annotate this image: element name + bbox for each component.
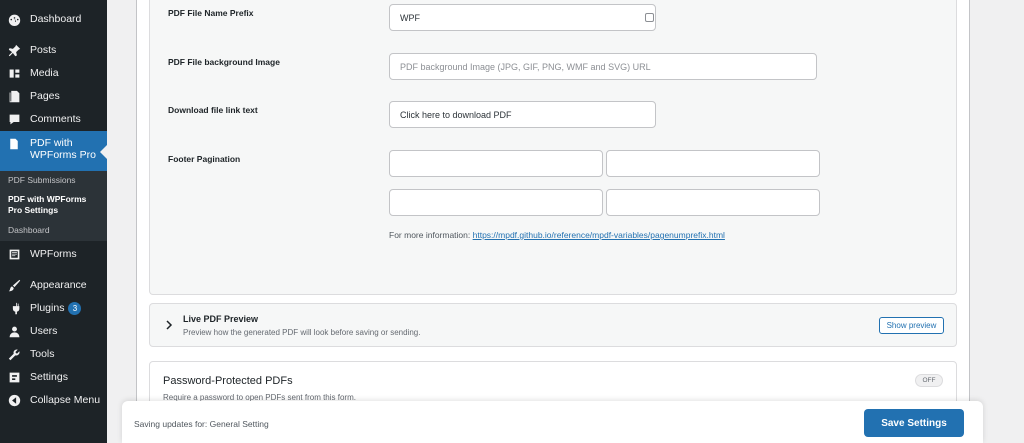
general-settings-panel — [149, 0, 957, 295]
password-toggle[interactable]: OFF — [915, 374, 943, 387]
media-icon — [7, 66, 21, 80]
submenu-label-line2: Pro Settings — [8, 205, 59, 215]
save-settings-button[interactable]: Save Settings — [864, 409, 964, 437]
menu-label: Plugins — [30, 302, 65, 314]
submenu-dashboard[interactable]: Dashboard — [8, 225, 50, 236]
menu-label: Comments — [30, 113, 81, 125]
field-options-icon[interactable] — [645, 13, 654, 22]
submenu-pro-settings[interactable]: PDF with WPForms Pro Settings — [8, 194, 86, 216]
menu-label: PDF with WPForms Pro — [30, 137, 96, 161]
wpforms-icon — [7, 247, 21, 261]
menu-label: Appearance — [30, 279, 87, 291]
menu-label: Pages — [30, 90, 60, 102]
live-preview-accordion[interactable]: Live PDF Preview Preview how the generat… — [149, 303, 957, 347]
dashboard-icon — [7, 12, 21, 26]
menu-label-line2: WPForms Pro — [30, 149, 96, 161]
comments-icon — [7, 112, 21, 126]
pages-icon — [7, 89, 21, 103]
menu-pdf-with-wpforms-pro[interactable]: PDF with WPForms Pro — [0, 131, 107, 171]
menu-label: Dashboard — [30, 13, 82, 25]
menu-label: Collapse Menu — [30, 394, 101, 406]
prefix-label: PDF File Name Prefix — [168, 8, 254, 18]
pagination-input-1[interactable] — [389, 150, 603, 177]
bg-image-input[interactable] — [389, 53, 817, 80]
pagination-input-2[interactable] — [606, 150, 820, 177]
menu-label-line1: PDF with — [30, 137, 73, 149]
pagination-input-4[interactable] — [606, 189, 820, 216]
submenu-pdf-submissions[interactable]: PDF Submissions — [8, 175, 76, 186]
menu-posts[interactable]: Posts — [0, 39, 107, 61]
active-indicator — [100, 145, 107, 159]
menu-collapse[interactable]: Collapse Menu — [0, 389, 107, 411]
submenu-label-line1: PDF with WPForms — [8, 194, 87, 204]
download-link-input[interactable] — [389, 101, 656, 128]
admin-sidebar: Dashboard Posts Media Pages Comments PDF… — [0, 0, 107, 443]
menu-label: Users — [30, 325, 58, 337]
footer-pagination-label: Footer Pagination — [168, 154, 241, 164]
menu-dashboard[interactable]: Dashboard — [0, 8, 107, 30]
plugin-icon — [7, 301, 21, 315]
wrench-icon — [7, 347, 21, 361]
menu-wpforms[interactable]: WPForms — [0, 243, 107, 265]
more-info-text: For more information: https://mpdf.githu… — [389, 230, 725, 240]
document-icon — [7, 137, 21, 151]
live-preview-title: Live PDF Preview — [183, 314, 259, 324]
submenu: PDF Submissions PDF with WPForms Pro Set… — [0, 171, 107, 241]
prefix-input[interactable] — [389, 4, 656, 31]
menu-users[interactable]: Users — [0, 320, 107, 342]
menu-settings[interactable]: Settings — [0, 366, 107, 388]
menu-label: Tools — [30, 348, 55, 360]
bg-image-label: PDF File background Image — [168, 57, 280, 67]
user-icon — [7, 324, 21, 338]
menu-label: Settings — [30, 371, 68, 383]
menu-pages[interactable]: Pages — [0, 85, 107, 107]
password-title: Password-Protected PDFs — [163, 375, 293, 387]
show-preview-button[interactable]: Show preview — [879, 317, 944, 334]
menu-label: Posts — [30, 44, 57, 56]
pagination-input-3[interactable] — [389, 189, 603, 216]
sticky-save-bar: Saving updates for: General Setting Save… — [122, 401, 983, 443]
menu-media[interactable]: Media — [0, 62, 107, 84]
right-gutter — [1010, 0, 1024, 443]
plugin-update-badge: 3 — [68, 301, 82, 315]
menu-tools[interactable]: Tools — [0, 343, 107, 365]
menu-label: WPForms — [30, 248, 77, 260]
brush-icon — [7, 278, 21, 292]
info-prefix: For more information: — [389, 230, 473, 240]
download-link-label: Download file link text — [168, 105, 258, 115]
menu-plugins[interactable]: Plugins 3 — [0, 297, 107, 319]
saving-status: Saving updates for: General Setting — [134, 419, 269, 429]
mpdf-reference-link[interactable]: https://mpdf.github.io/reference/mpdf-va… — [473, 230, 725, 240]
pin-icon — [7, 43, 21, 57]
menu-label: Media — [30, 67, 59, 79]
menu-comments[interactable]: Comments — [0, 108, 107, 130]
collapse-icon — [7, 393, 21, 407]
chevron-right-icon[interactable] — [164, 320, 174, 330]
live-preview-subtitle: Preview how the generated PDF will look … — [183, 328, 421, 337]
settings-icon — [7, 370, 21, 384]
menu-appearance[interactable]: Appearance — [0, 274, 107, 296]
